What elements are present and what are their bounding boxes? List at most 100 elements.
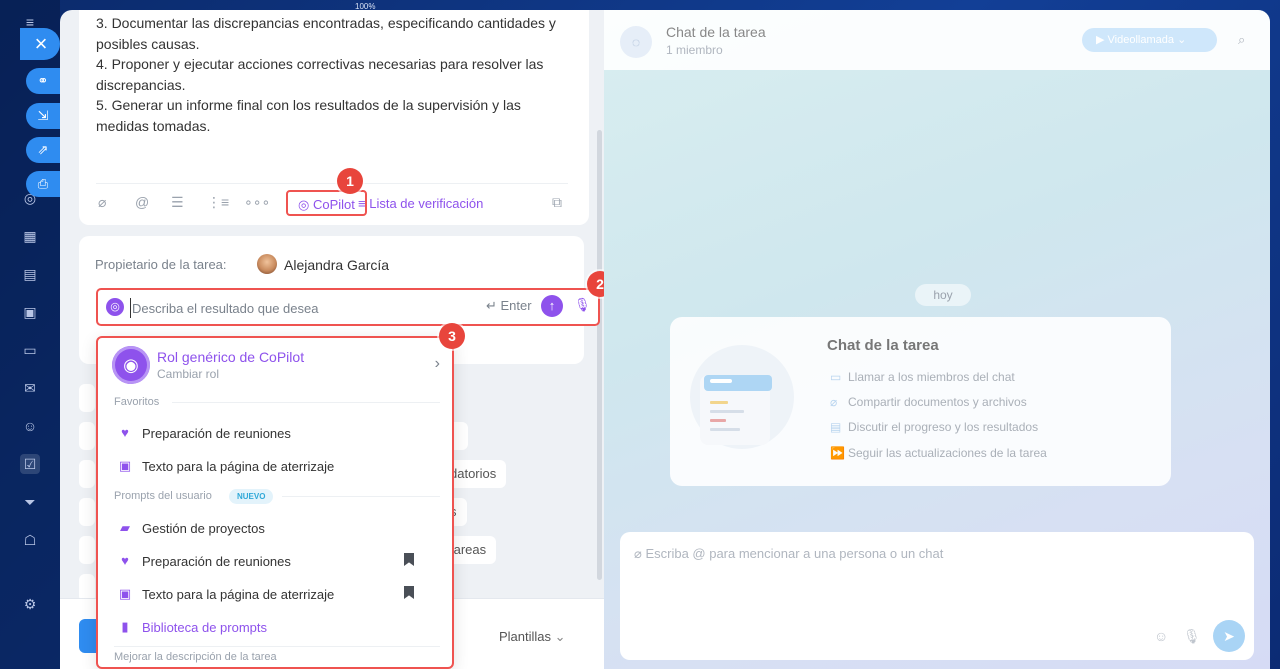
image-icon: ▣ [118, 586, 132, 601]
send-button[interactable]: ➤ [1213, 620, 1245, 652]
print-button[interactable]: ⎙ [26, 171, 60, 197]
link-icon: ⚭ [37, 73, 49, 88]
calendar-icon[interactable]: ▦ [20, 226, 40, 246]
task-description-card: 3. Documentar las discrepancias encontra… [79, 10, 589, 225]
board-icon[interactable]: ▣ [20, 302, 40, 322]
feature-label: Llamar a los miembros del chat [848, 370, 1015, 384]
scrollbar[interactable] [597, 130, 602, 580]
expand-icon[interactable]: ⧉ [552, 194, 562, 211]
owner-label: Propietario de la tarea: [95, 257, 227, 272]
menu-item-user-prompt[interactable]: ▣ Texto para la página de aterrizaje [114, 582, 436, 608]
more-icon[interactable]: ∘∘∘ [244, 194, 270, 211]
menu-item-favorite[interactable]: ♥ Preparación de reuniones [114, 421, 436, 447]
paperclip-icon[interactable]: ⌀ [634, 546, 645, 561]
bullet-list-icon[interactable]: ☰ [171, 194, 184, 211]
section-favorites: Favoritos [114, 396, 160, 408]
emoji-icon[interactable]: ☺ [1154, 628, 1168, 644]
editor-toolbar: ⌀ @ ☰ ⋮≡ ∘∘∘ ◎ CoPilot ≡ Lista de verifi… [96, 183, 568, 223]
search-icon[interactable]: ⌕ [1238, 32, 1245, 48]
document-icon[interactable]: ▤ [20, 264, 40, 284]
handshake-icon: ♥ [121, 425, 129, 440]
callout-badge: 1 [337, 168, 363, 194]
feature-item: ▭ Llamar a los miembros del chat [830, 370, 1015, 384]
copilot-prompt-bar: ◎ ↵ Enter ↑ 🎙 [96, 288, 600, 326]
feature-item: ⏩ Seguir las actualizaciones de la tarea [830, 446, 1047, 460]
section-user-prompts: Prompts del usuario [114, 490, 212, 502]
close-button[interactable]: × [20, 28, 60, 60]
copilot-icon: ◎ [298, 197, 310, 212]
divider [114, 646, 440, 647]
settings-icon[interactable]: ⚙ [20, 594, 40, 614]
task-description[interactable]: 3. Documentar las discrepancias encontra… [96, 13, 566, 136]
role-selector[interactable]: ◉ Rol genérico de CoPilot Cambiar rol › [112, 346, 442, 386]
feature-label: Seguir las actualizaciones de la tarea [848, 446, 1047, 460]
image-icon: ▣ [118, 458, 132, 473]
mail-icon[interactable]: ✉ [20, 378, 40, 398]
paperclip-icon: ⌀ [830, 395, 838, 409]
chat-members[interactable]: 1 miembro [666, 43, 723, 57]
left-navigation-rail: ≡ ◎ ▦ ▤ ▣ ▭ ✉ ☺ ☑ ⏷ ☖ ⚙ [0, 0, 60, 669]
copilot-button[interactable]: ◎ CoPilot [286, 190, 367, 216]
copilot-label: CoPilot [312, 197, 355, 212]
checklist-button[interactable]: ≡ Lista de verificación [358, 196, 483, 211]
menu-item-label: Gestión de proyectos [142, 521, 265, 536]
divider [172, 402, 440, 403]
send-icon: ➤ [1223, 628, 1235, 644]
menu-item-user-prompt[interactable]: ♥ Preparación de reuniones [114, 549, 436, 575]
prompt-library-link[interactable]: ▮ Biblioteca de prompts [114, 615, 436, 641]
role-subtitle: Cambiar rol [157, 367, 220, 381]
briefcase-icon: ▰ [120, 520, 130, 535]
description-line: 4. Proponer y ejecutar acciones correcti… [96, 56, 544, 93]
callout-badge: 3 [439, 323, 465, 349]
copilot-prompt-input[interactable] [130, 298, 460, 318]
mention-icon[interactable]: @ [135, 194, 149, 210]
chevron-down-icon: ⌄ [554, 629, 566, 644]
bookmark-icon[interactable] [404, 586, 414, 599]
card-icon[interactable]: ▭ [20, 340, 40, 360]
menu-item-user-prompt[interactable]: ▰ Gestión de proyectos [114, 516, 436, 542]
microphone-icon[interactable]: 🎙 [1183, 628, 1201, 645]
day-separator: hoy [915, 284, 971, 306]
feature-item: ▤ Discutir el progreso y los resultados [830, 420, 1038, 434]
chat-panel: ◌ Chat de la tarea 1 miembro ▶ Videollam… [604, 10, 1270, 669]
tasks-icon[interactable]: ☑ [20, 454, 40, 474]
video-call-label: Videollamada [1107, 34, 1174, 46]
side-chip [79, 384, 95, 412]
avatar[interactable] [257, 254, 277, 274]
video-call-button[interactable]: ▶ Videollamada ⌄ [1082, 28, 1217, 52]
copilot-role-icon: ◉ [112, 346, 150, 384]
bookmark-icon[interactable] [404, 553, 414, 566]
menu-item-label: Preparación de reuniones [142, 554, 291, 569]
handshake-icon: ♥ [121, 553, 129, 568]
chevron-down-icon: ⌄ [1177, 34, 1187, 46]
chat-placeholder-text: Escriba @ para mencionar a una persona o… [645, 546, 944, 561]
contacts-icon[interactable]: ☺ [20, 416, 40, 436]
section-improve: Mejorar la descripción de la tarea [114, 651, 277, 663]
chat-title[interactable]: Chat de la tarea [666, 24, 766, 40]
templates-button[interactable]: Plantillas ⌄ [499, 629, 566, 645]
enter-hint: ↵ Enter [486, 298, 532, 313]
owner-name[interactable]: Alejandra García [284, 257, 389, 273]
copy-link-button[interactable]: ⚭ [26, 68, 60, 94]
chat-icon: ◌ [620, 26, 652, 58]
document-icon: ▤ [830, 420, 842, 434]
checklist-label: Lista de verificación [369, 196, 484, 211]
send-button[interactable]: ↑ [541, 295, 563, 317]
video-icon: ▭ [830, 370, 842, 384]
paperclip-icon[interactable]: ⌀ [98, 194, 106, 211]
description-line: 3. Documentar las discrepancias encontra… [96, 15, 556, 52]
feature-item: ⌀ Compartir documentos y archivos [830, 395, 1027, 409]
open-new-window-button[interactable]: ⇗ [26, 137, 60, 163]
copilot-menu: ◉ Rol genérico de CoPilot Cambiar rol › … [96, 336, 454, 669]
numbered-list-icon[interactable]: ⋮≡ [207, 194, 229, 211]
funnel-icon[interactable]: ⏷ [20, 492, 40, 512]
chat-header: ◌ Chat de la tarea 1 miembro ▶ Videollam… [604, 10, 1270, 70]
chat-message-box[interactable]: ⌀ Escriba @ para mencionar a una persona… [620, 532, 1254, 660]
download-icon: ⇲ [37, 108, 49, 123]
menu-item-favorite[interactable]: ▣ Texto para la página de aterrizaje [114, 454, 436, 480]
book-icon: ▮ [121, 619, 129, 634]
arrow-up-icon: ↑ [548, 298, 556, 313]
microphone-icon[interactable]: 🎙 [574, 297, 591, 313]
robot-icon[interactable]: ☖ [20, 530, 40, 550]
download-button[interactable]: ⇲ [26, 103, 60, 129]
